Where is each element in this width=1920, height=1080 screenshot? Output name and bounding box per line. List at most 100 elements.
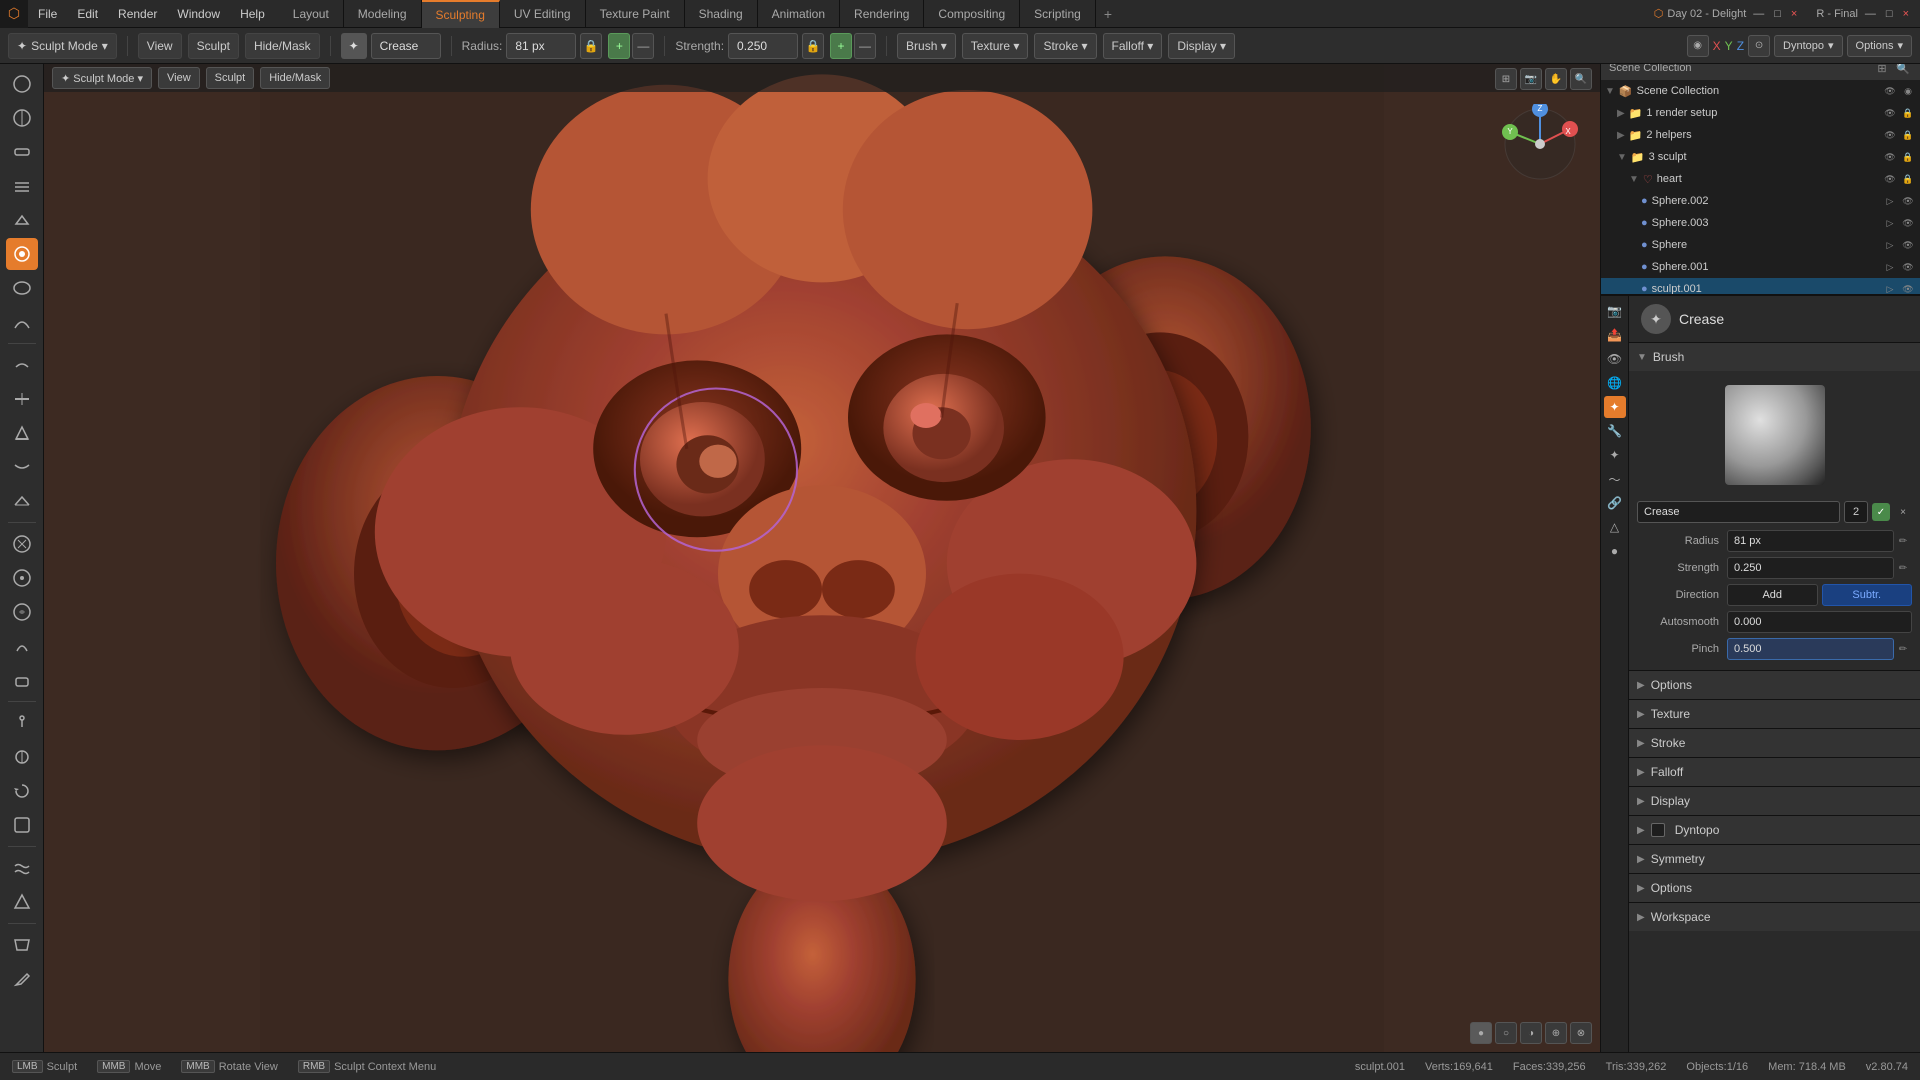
- r-icon-data2[interactable]: △: [1604, 516, 1626, 538]
- tool-elastic[interactable]: [6, 596, 38, 628]
- strength-sub[interactable]: —: [854, 33, 876, 59]
- radius-lock[interactable]: 🔒: [580, 33, 602, 59]
- win-minimize-2[interactable]: —: [1862, 8, 1879, 20]
- r-icon-view[interactable]: 👁: [1604, 348, 1626, 370]
- direction-sub-btn[interactable]: Subtr.: [1822, 584, 1913, 606]
- vp-shading-rendered[interactable]: ◑: [1520, 1022, 1542, 1044]
- vp-view[interactable]: View: [158, 67, 200, 89]
- tool-pose[interactable]: [6, 707, 38, 739]
- radius-prop-input[interactable]: 81 px: [1727, 530, 1894, 552]
- direction-add-btn[interactable]: Add: [1727, 584, 1818, 606]
- ol-eye-sphere-002[interactable]: 👁: [1900, 193, 1916, 209]
- tool-clay-strips[interactable]: [6, 170, 38, 202]
- tool-draw[interactable]: [6, 68, 38, 100]
- options2-section-header[interactable]: ▶ Options: [1629, 874, 1920, 902]
- ol-sym-sphere-001[interactable]: ▷: [1882, 259, 1898, 275]
- stroke-dropdown[interactable]: Stroke ▾: [1034, 33, 1096, 59]
- outliner-heart[interactable]: ▼ ♡ heart 👁 🔒: [1601, 168, 1920, 190]
- ol-eye-heart[interactable]: 👁: [1882, 171, 1898, 187]
- vp-shading-xray[interactable]: ⊗: [1570, 1022, 1592, 1044]
- strength-lock[interactable]: 🔒: [802, 33, 824, 59]
- win-close-1[interactable]: ×: [1788, 8, 1800, 20]
- tool-smooth[interactable]: [6, 349, 38, 381]
- autosmooth-input[interactable]: 0.000: [1727, 611, 1912, 633]
- ol-eye-sculpt-col[interactable]: 👁: [1882, 149, 1898, 165]
- tool-grab[interactable]: [6, 562, 38, 594]
- radius-value[interactable]: 81 px: [506, 33, 576, 59]
- dyntopo-checkbox[interactable]: [1651, 823, 1665, 837]
- vp-shading-material[interactable]: ○: [1495, 1022, 1517, 1044]
- sculpt-menu-btn[interactable]: Sculpt: [188, 33, 239, 59]
- tab-scripting[interactable]: Scripting: [1020, 0, 1096, 28]
- strength-edit-icon[interactable]: ✏: [1894, 557, 1912, 579]
- pinch-input[interactable]: 0.500: [1727, 638, 1894, 660]
- r-icon-output[interactable]: 📤: [1604, 324, 1626, 346]
- ol-sym-sphere-003[interactable]: ▷: [1882, 215, 1898, 231]
- brush-dropdown[interactable]: Brush ▾: [897, 33, 956, 59]
- tab-uv-editing[interactable]: UV Editing: [500, 0, 586, 28]
- dyntopo-section-header[interactable]: ▶ Dyntopo: [1629, 816, 1920, 844]
- symmetry-section-header[interactable]: ▶ Symmetry: [1629, 845, 1920, 873]
- viewport-3d[interactable]: ✦ Sculpt Mode ▾ View Sculpt Hide/Mask ⊞ …: [44, 64, 1600, 1052]
- tool-mask[interactable]: [6, 929, 38, 961]
- tool-cloth[interactable]: [6, 852, 38, 884]
- tab-layout[interactable]: Layout: [279, 0, 344, 28]
- tool-draw-sharp[interactable]: [6, 102, 38, 134]
- dyntopo-dropdown[interactable]: Dyntopo ▾: [1774, 35, 1843, 57]
- win-minimize-1[interactable]: —: [1750, 8, 1767, 20]
- texture-section-header[interactable]: ▶ Texture: [1629, 700, 1920, 728]
- pinch-edit-icon[interactable]: ✏: [1894, 638, 1912, 660]
- strength-prop-input[interactable]: 0.250: [1727, 557, 1894, 579]
- tool-simplify[interactable]: [6, 886, 38, 918]
- ol-eye-sphere-003[interactable]: 👁: [1900, 215, 1916, 231]
- ol-lock-heart[interactable]: 🔒: [1900, 171, 1916, 187]
- menu-window[interactable]: Window: [167, 0, 230, 28]
- tool-slide-relax[interactable]: [6, 809, 38, 841]
- stroke-section-header[interactable]: ▶ Stroke: [1629, 729, 1920, 757]
- radius-sub[interactable]: —: [632, 33, 654, 59]
- options-section-header[interactable]: ▶ Options: [1629, 671, 1920, 699]
- ol-lock-render[interactable]: 🔒: [1900, 105, 1916, 121]
- tab-texture-paint[interactable]: Texture Paint: [586, 0, 685, 28]
- display-section-header[interactable]: ▶ Display: [1629, 787, 1920, 815]
- ol-sym-sphere-002[interactable]: ▷: [1882, 193, 1898, 209]
- ol-sym-sculpt-001[interactable]: ▷: [1882, 281, 1898, 294]
- outliner-sphere-003[interactable]: ● Sphere.003 ▷ 👁: [1601, 212, 1920, 234]
- vp-shading-solid[interactable]: ●: [1470, 1022, 1492, 1044]
- vp-icon-camera[interactable]: 📷: [1520, 68, 1542, 90]
- outliner-scene-collection[interactable]: ▼ 📦 Scene Collection 👁 ◉: [1601, 80, 1920, 102]
- tool-nudge[interactable]: [6, 741, 38, 773]
- tab-shading[interactable]: Shading: [685, 0, 758, 28]
- ol-eye-sphere-001[interactable]: 👁: [1900, 259, 1916, 275]
- vp-hide-mask[interactable]: Hide/Mask: [260, 67, 330, 89]
- r-icon-scene[interactable]: 🌐: [1604, 372, 1626, 394]
- outliner-sphere[interactable]: ● Sphere ▷ 👁: [1601, 234, 1920, 256]
- ol-lock-sculpt-col[interactable]: 🔒: [1900, 149, 1916, 165]
- tab-rendering[interactable]: Rendering: [840, 0, 924, 28]
- radius-add[interactable]: +: [608, 33, 630, 59]
- ol-eye-helpers[interactable]: 👁: [1882, 127, 1898, 143]
- r-icon-physics2[interactable]: 〜: [1604, 468, 1626, 490]
- win-maximize-1[interactable]: □: [1771, 8, 1784, 20]
- add-workspace-tab[interactable]: +: [1096, 0, 1120, 28]
- tab-modeling[interactable]: Modeling: [344, 0, 422, 28]
- vp-icon-zoom[interactable]: 🔍: [1570, 68, 1592, 90]
- vp-icon-quad[interactable]: ⊞: [1495, 68, 1517, 90]
- menu-render[interactable]: Render: [108, 0, 167, 28]
- tool-blob[interactable]: [6, 272, 38, 304]
- strength-value[interactable]: 0.250: [728, 33, 798, 59]
- outliner-render-setup[interactable]: ▶ 📁 1 render setup 👁 🔒: [1601, 102, 1920, 124]
- options-dropdown[interactable]: Options ▾: [1847, 35, 1912, 57]
- outliner-sphere-002[interactable]: ● Sphere.002 ▷ 👁: [1601, 190, 1920, 212]
- vp-icon-hand[interactable]: ✋: [1545, 68, 1567, 90]
- tool-multiplane[interactable]: [6, 485, 38, 517]
- mode-selector[interactable]: ✦ Sculpt Mode ▾: [8, 33, 117, 59]
- tool-inflate[interactable]: [6, 238, 38, 270]
- tool-snake-hook[interactable]: [6, 630, 38, 662]
- tool-rotate[interactable]: [6, 775, 38, 807]
- tool-scrape[interactable]: [6, 451, 38, 483]
- outliner-helpers[interactable]: ▶ 📁 2 helpers 👁 🔒: [1601, 124, 1920, 146]
- tool-annotate[interactable]: [6, 963, 38, 995]
- brush-name-field[interactable]: Crease: [371, 33, 441, 59]
- ol-eye-sculpt-001[interactable]: 👁: [1900, 281, 1916, 294]
